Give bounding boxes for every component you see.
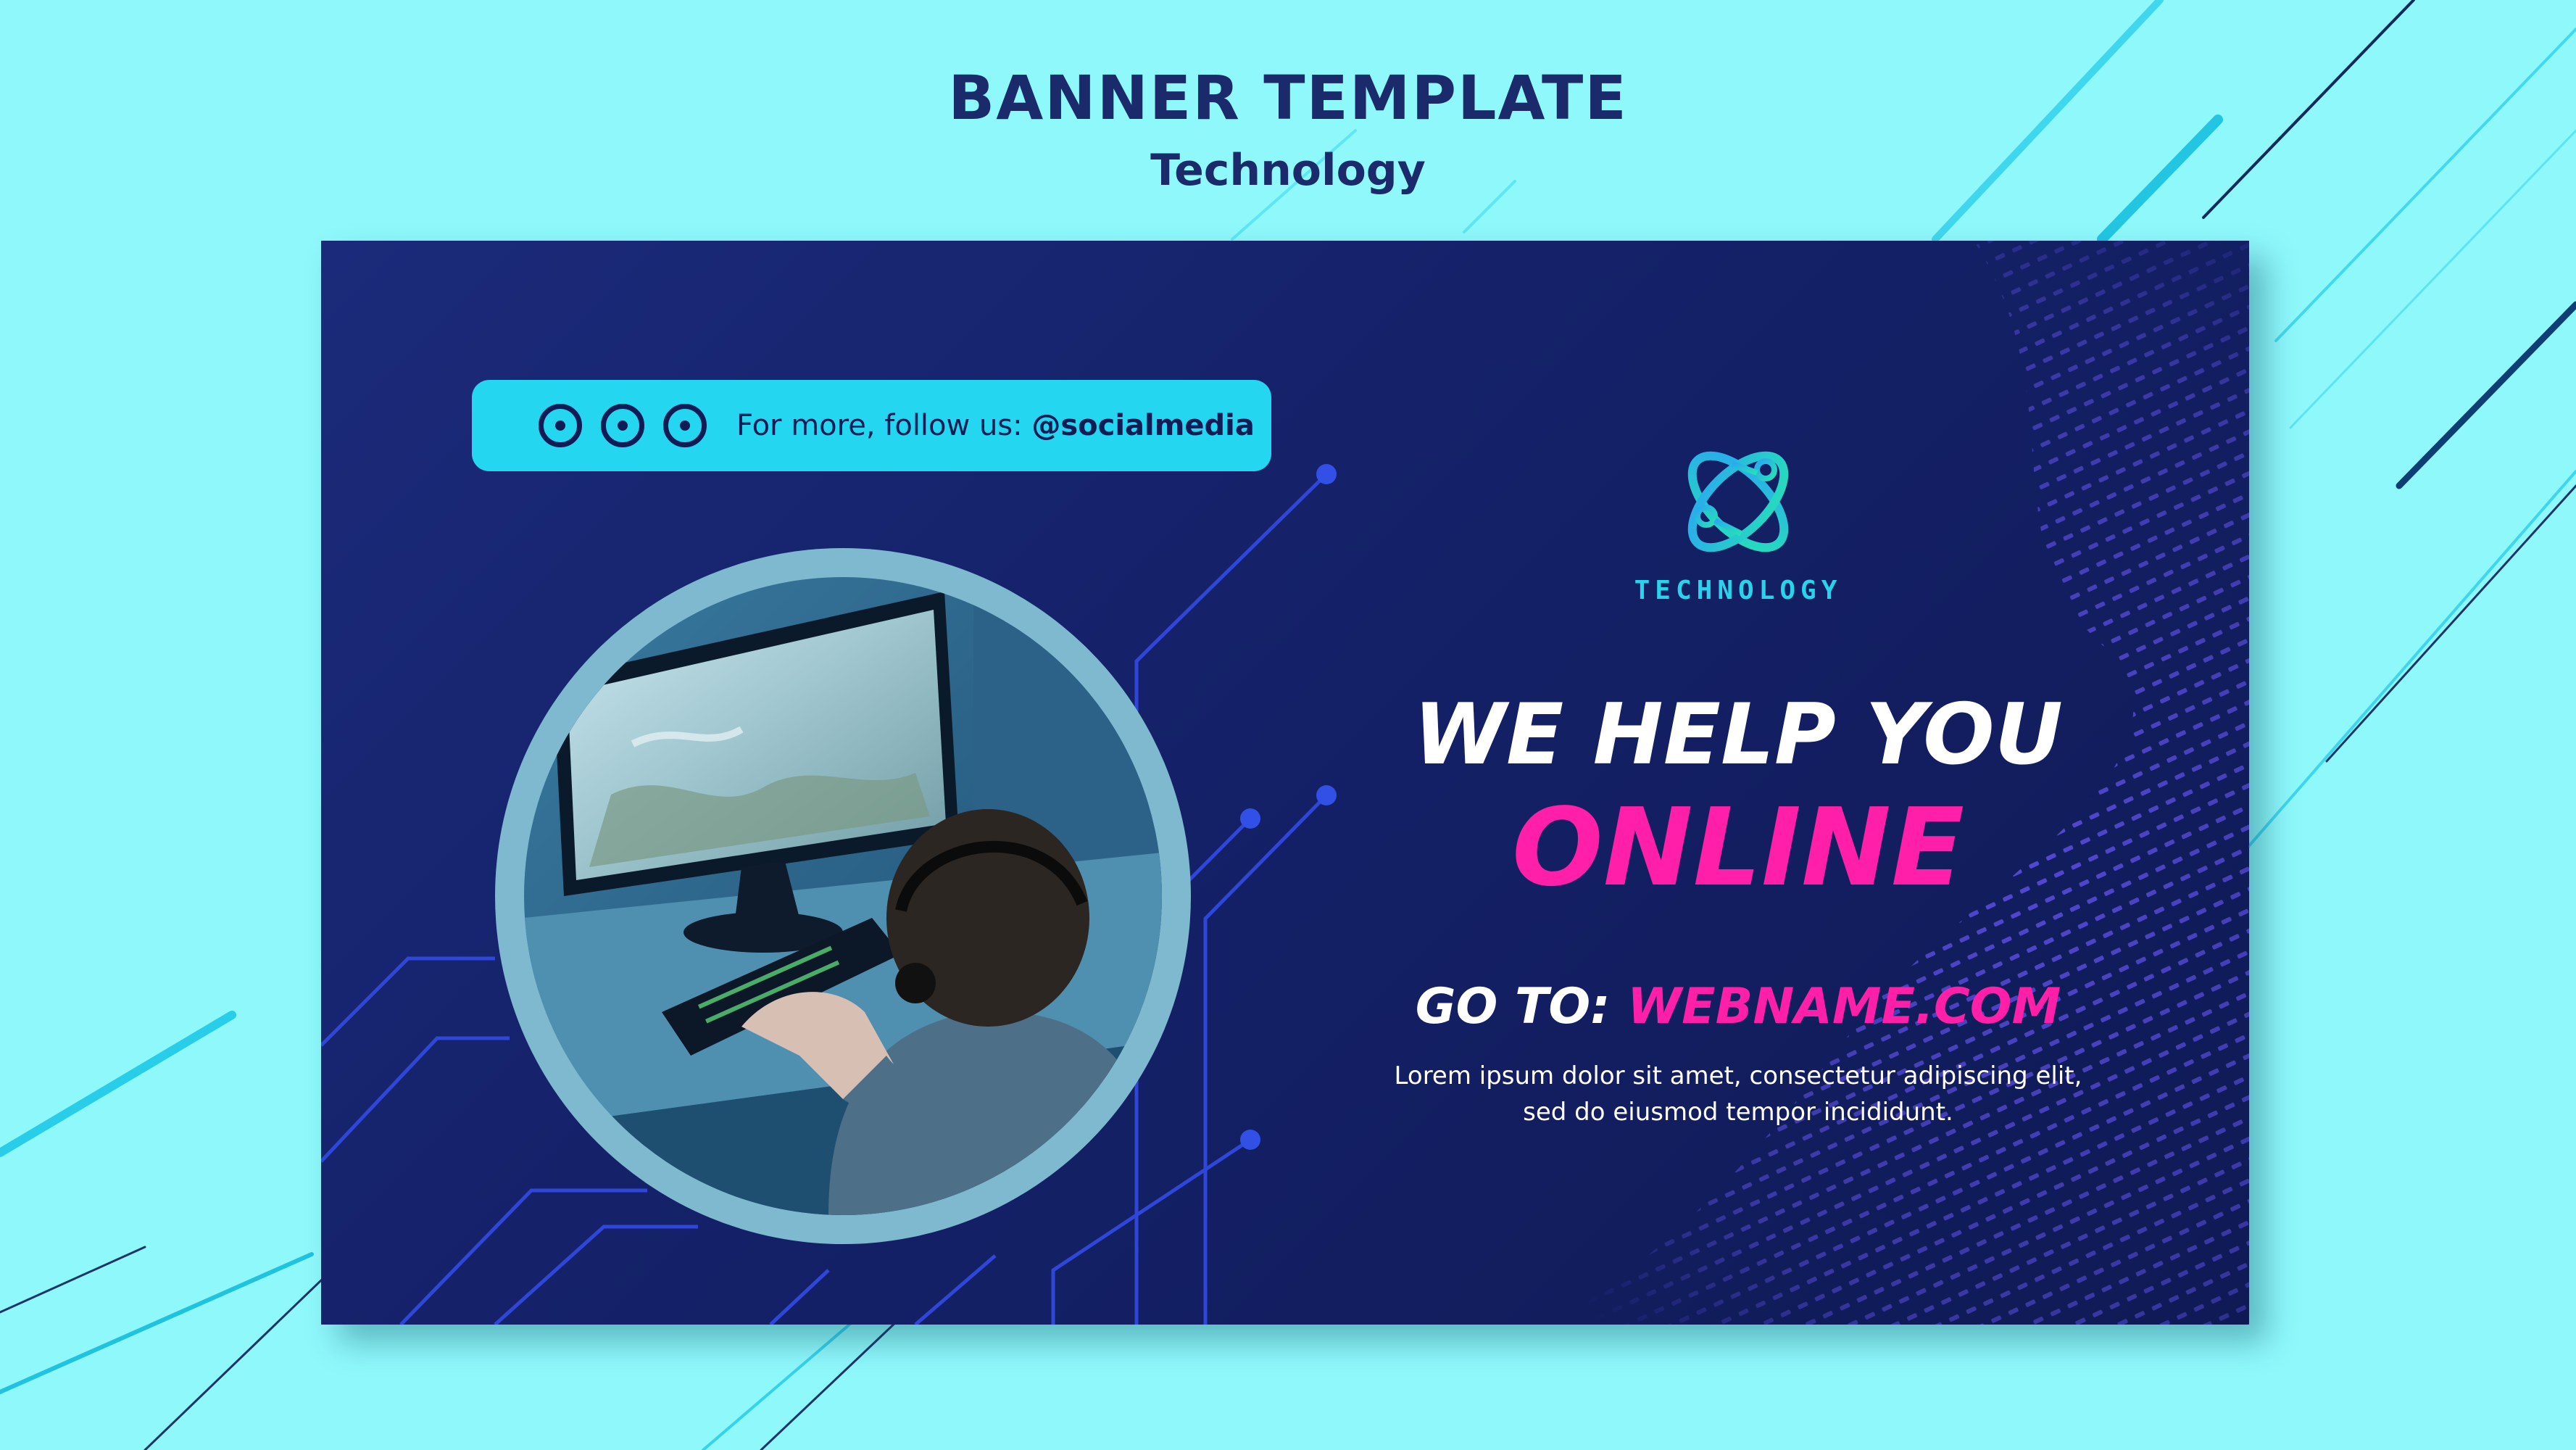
page-title: BANNER TEMPLATE [948, 62, 1628, 133]
headline-line-1: WE HELP YOU [1413, 686, 2063, 784]
facebook-icon[interactable] [601, 404, 644, 447]
goto-label: GO TO: [1415, 978, 1611, 1035]
twitter-icon[interactable] [663, 404, 707, 447]
instagram-icon[interactable] [539, 404, 582, 447]
social-follow-bar[interactable]: For more, follow us: @socialmedia [472, 380, 1271, 471]
goto-line: GO TO: WEBNAME.COM [1365, 974, 2111, 1040]
social-handle[interactable]: @socialmedia [1031, 409, 1255, 442]
logo-text: TECHNOLOGY [1634, 576, 1842, 605]
page-subtitle: Technology [1150, 145, 1426, 196]
body-copy: Lorem ipsum dolor sit amet, consectetur … [1365, 1058, 2111, 1130]
social-follow-label: For more, follow us: [736, 409, 1023, 442]
technology-atom-icon [1687, 451, 1789, 552]
headline-line-2: ONLINE [1511, 785, 1964, 910]
page-header: BANNER TEMPLATE Technology [0, 58, 2576, 203]
website-link[interactable]: WEBNAME.COM [1627, 978, 2061, 1035]
body-copy-line-2: sed do eiusmod tempor incididunt. [1523, 1098, 1953, 1127]
body-copy-line-1: Lorem ipsum dolor sit amet, consectetur … [1394, 1061, 2082, 1090]
social-follow-text: For more, follow us: @socialmedia [736, 380, 1255, 471]
technology-banner: For more, follow us: @socialmedia TECHNO… [321, 241, 2249, 1325]
gamer-photo [524, 577, 1162, 1215]
